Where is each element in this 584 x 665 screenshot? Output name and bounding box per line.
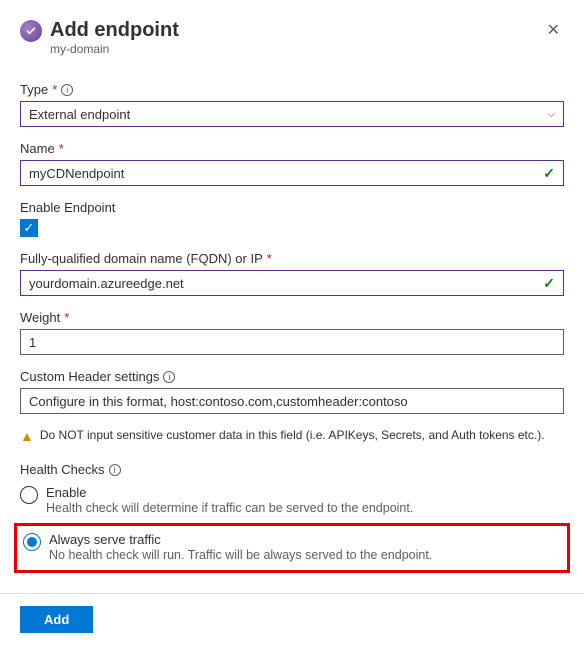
- valid-check-icon: ✓: [543, 165, 555, 182]
- required-marker: *: [59, 141, 64, 156]
- weight-label: Weight: [20, 310, 60, 325]
- info-icon[interactable]: i: [61, 84, 73, 96]
- name-label: Name: [20, 141, 55, 156]
- health-radio-always[interactable]: Always serve traffic No health check wil…: [23, 528, 561, 564]
- radio-desc: No health check will run. Traffic will b…: [49, 548, 432, 562]
- required-marker: *: [64, 310, 69, 325]
- add-button[interactable]: Add: [20, 606, 93, 633]
- weight-input-value: 1: [29, 335, 555, 350]
- fqdn-input-value: yourdomain.azureedge.net: [29, 276, 543, 291]
- weight-input[interactable]: 1: [20, 329, 564, 355]
- type-select[interactable]: External endpoint ⌵: [20, 101, 564, 127]
- valid-check-icon: ✓: [543, 275, 555, 292]
- custom-header-placeholder: Configure in this format, host:contoso.c…: [29, 394, 555, 409]
- type-label: Type: [20, 82, 48, 97]
- panel-subtitle: my-domain: [50, 42, 543, 56]
- endpoint-icon: [20, 20, 42, 42]
- warning-text: Do NOT input sensitive customer data in …: [40, 428, 545, 442]
- info-icon[interactable]: i: [163, 371, 175, 383]
- radio-label: Always serve traffic: [49, 532, 432, 547]
- highlight-marker: Always serve traffic No health check wil…: [14, 523, 570, 573]
- required-marker: *: [267, 251, 272, 266]
- custom-header-input[interactable]: Configure in this format, host:contoso.c…: [20, 388, 564, 414]
- panel-header: Add endpoint my-domain ✕: [20, 18, 564, 56]
- fqdn-label: Fully-qualified domain name (FQDN) or IP: [20, 251, 263, 266]
- enable-label: Enable Endpoint: [20, 200, 115, 215]
- warning-row: ▲ Do NOT input sensitive customer data i…: [20, 428, 564, 444]
- radio-icon: [20, 486, 38, 504]
- warning-icon: ▲: [20, 428, 34, 444]
- radio-icon-selected: [23, 533, 41, 551]
- health-radio-enable[interactable]: Enable Health check will determine if tr…: [20, 481, 564, 523]
- custom-header-label: Custom Header settings: [20, 369, 159, 384]
- radio-label: Enable: [46, 485, 413, 500]
- enable-endpoint-checkbox[interactable]: ✓: [20, 219, 38, 237]
- panel-title: Add endpoint: [50, 18, 543, 42]
- chevron-down-icon: ⌵: [547, 109, 555, 120]
- required-marker: *: [52, 82, 57, 97]
- health-checks-label: Health Checks: [20, 462, 105, 477]
- name-input[interactable]: myCDNendpoint ✓: [20, 160, 564, 186]
- type-select-value: External endpoint: [29, 107, 547, 122]
- name-input-value: myCDNendpoint: [29, 166, 543, 181]
- close-icon[interactable]: ✕: [543, 18, 564, 42]
- fqdn-input[interactable]: yourdomain.azureedge.net ✓: [20, 270, 564, 296]
- radio-desc: Health check will determine if traffic c…: [46, 501, 413, 515]
- info-icon[interactable]: i: [109, 464, 121, 476]
